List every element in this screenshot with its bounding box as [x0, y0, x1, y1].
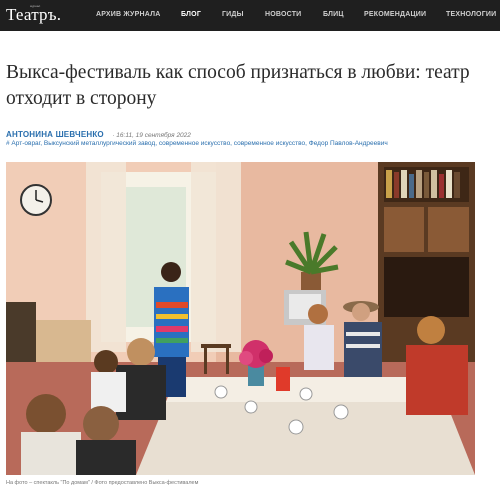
- nav-item-recommendations[interactable]: РЕКОМЕНДАЦИИ: [364, 11, 426, 18]
- nav-item-guides[interactable]: ГИДЫ: [222, 11, 244, 18]
- article-photo: [6, 162, 475, 475]
- publish-date: · 16:11, 19 сентября 2022: [112, 132, 191, 139]
- nav-item-technologies[interactable]: ТЕХНОЛОГИИ: [446, 11, 496, 18]
- photo-caption: На фото – спектакль "По домам" / Фото пр…: [6, 480, 199, 486]
- tag-list[interactable]: # Арт-овраг, Выксунский металлургический…: [6, 140, 388, 147]
- article-photo-illustration: [6, 162, 475, 475]
- nav-item-blog[interactable]: БЛОГ: [181, 11, 201, 18]
- logo-caption: журнал: [30, 4, 41, 8]
- main-nav: АРХИВ ЖУРНАЛА БЛОГ ГИДЫ НОВОСТИ БЛИЦ РЕК…: [0, 11, 500, 21]
- article-title: Выкса-фестиваль как способ признаться в …: [6, 62, 470, 109]
- author-link[interactable]: АНТОНИНА ШЕВЧЕНКО: [6, 130, 104, 139]
- site-header: Театръ. журнал АРХИВ ЖУРНАЛА БЛОГ ГИДЫ Н…: [0, 0, 500, 31]
- nav-item-blitz[interactable]: БЛИЦ: [323, 11, 344, 18]
- nav-item-news[interactable]: НОВОСТИ: [265, 11, 301, 18]
- nav-item-archive[interactable]: АРХИВ ЖУРНАЛА: [96, 11, 160, 18]
